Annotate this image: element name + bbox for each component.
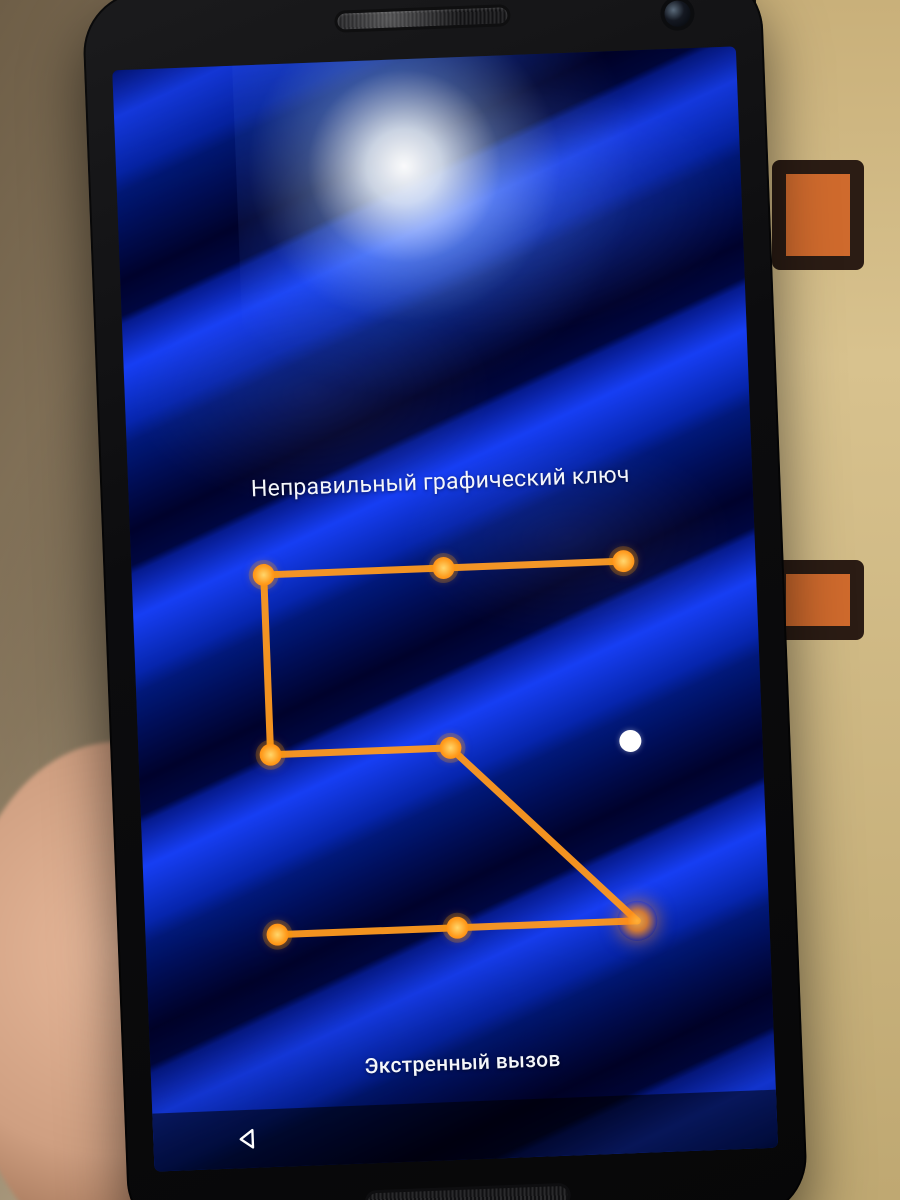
lockscreen: Неправильный графический ключ: [112, 46, 778, 1171]
bottom-speaker: [368, 1186, 569, 1200]
triangle-back-icon: [235, 1125, 262, 1152]
emergency-call-button[interactable]: Экстренный вызов: [150, 1040, 774, 1088]
photo-scene: Неправильный графический ключ: [0, 0, 900, 1200]
earpiece-speaker: [337, 7, 507, 30]
pattern-unlock-grid[interactable]: [222, 520, 679, 977]
phone-body: Неправильный графический ключ: [81, 0, 808, 1200]
background-carpet-pattern: [772, 160, 864, 270]
back-button[interactable]: [231, 1121, 266, 1156]
wrong-pattern-message: Неправильный графический ключ: [128, 456, 753, 507]
screen: Неправильный графический ключ: [112, 46, 778, 1171]
front-camera: [664, 0, 691, 27]
navigation-bar: [152, 1090, 778, 1172]
